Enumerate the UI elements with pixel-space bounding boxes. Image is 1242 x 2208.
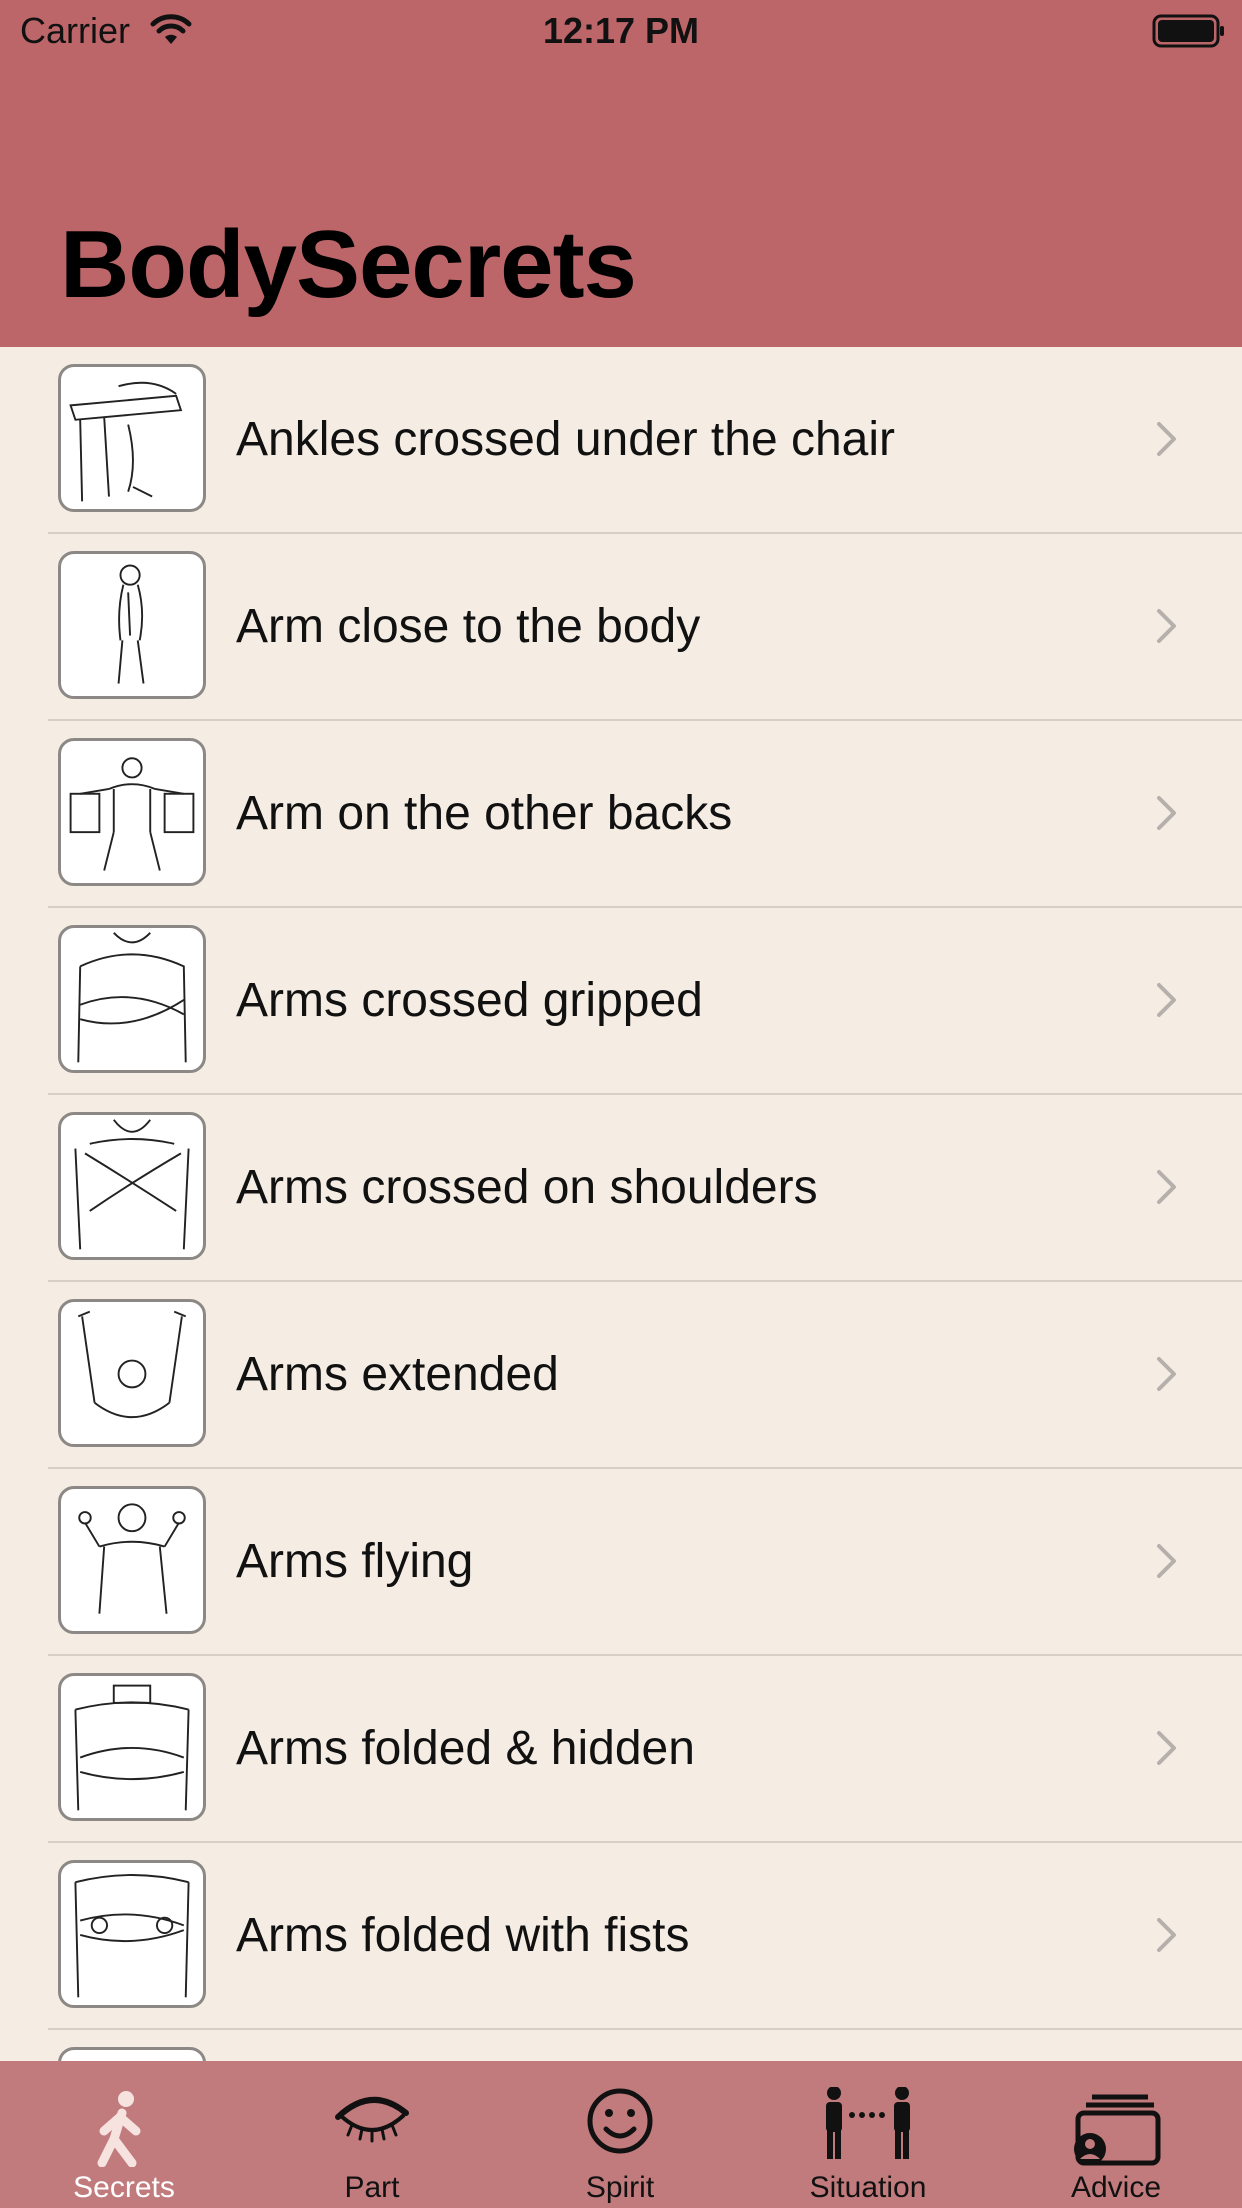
- contact-cards-icon: [992, 2087, 1240, 2167]
- arm-close-body-sketch-icon: [58, 551, 206, 699]
- arms-folded-hidden-sketch-icon: [58, 1673, 206, 1821]
- partial-sketch-icon: [58, 2047, 206, 2061]
- page-title: BodySecrets: [60, 211, 637, 318]
- eye-icon: [248, 2087, 496, 2167]
- list-item-label: Arms crossed gripped: [236, 974, 703, 1027]
- chevron-right-icon: [1156, 421, 1178, 462]
- smiley-icon: [496, 2087, 744, 2167]
- chevron-right-icon: [1156, 1730, 1178, 1771]
- tab-label: Secrets: [73, 2171, 175, 2204]
- battery-icon: [1152, 14, 1226, 53]
- list-item[interactable]: Arms crossed on shoulders: [48, 1095, 1242, 1282]
- list-item-label: Arms extended: [236, 1348, 559, 1401]
- list-item[interactable]: Arm close to the body: [48, 534, 1242, 721]
- list-item[interactable]: Arms crossed gripped: [48, 908, 1242, 1095]
- list-item[interactable]: Ankles crossed under the chair: [48, 347, 1242, 534]
- tab-bar: Secrets Part Spirit Situation Advice: [0, 2061, 1242, 2208]
- list-item[interactable]: Arms extended: [48, 1282, 1242, 1469]
- nav-header: Carrier 12:17 PM BodySecrets: [0, 0, 1242, 347]
- tab-label: Situation: [809, 2171, 927, 2204]
- arms-extended-sketch-icon: [58, 1299, 206, 1447]
- list-item[interactable]: Arms folded with fists: [48, 1843, 1242, 2030]
- two-people-icon: [744, 2086, 992, 2167]
- list-item[interactable]: Arms flying: [48, 1469, 1242, 1656]
- tab-label: Part: [344, 2171, 400, 2204]
- arms-flying-sketch-icon: [58, 1486, 206, 1634]
- status-bar: Carrier 12:17 PM: [0, 0, 1242, 62]
- walking-person-icon: [0, 2087, 248, 2168]
- ankles-crossed-sketch-icon: [58, 364, 206, 512]
- tab-secrets[interactable]: Secrets: [0, 2061, 248, 2208]
- list-item-label: Ankles crossed under the chair: [236, 413, 896, 466]
- chevron-right-icon: [1156, 608, 1178, 649]
- chevron-right-icon: [1156, 1169, 1178, 1210]
- list-item[interactable]: Arm on the other backs: [48, 721, 1242, 908]
- status-time: 12:17 PM: [542, 10, 700, 51]
- tab-situation[interactable]: Situation: [744, 2061, 992, 2208]
- list-item[interactable]: Arms folded & hidden: [48, 1656, 1242, 1843]
- list-item-label: Arm close to the body: [236, 600, 701, 653]
- list-item-label: Arm on the other backs: [236, 787, 733, 840]
- arms-folded-fists-sketch-icon: [58, 1860, 206, 2008]
- arms-crossed-gripped-sketch-icon: [58, 925, 206, 1073]
- list-item-label: Arms flying: [236, 1535, 474, 1588]
- chevron-right-icon: [1156, 795, 1178, 836]
- arm-on-backs-sketch-icon: [58, 738, 206, 886]
- chevron-right-icon: [1156, 1543, 1178, 1584]
- list-item[interactable]: [48, 2030, 1242, 2061]
- tab-label: Advice: [1070, 2171, 1162, 2204]
- tab-advice[interactable]: Advice: [992, 2061, 1240, 2208]
- chevron-right-icon: [1156, 982, 1178, 1023]
- secrets-list: Ankles crossed under the chair Arm close…: [0, 347, 1242, 2061]
- list-item-label: Arms folded & hidden: [236, 1722, 695, 1775]
- arms-crossed-shoulders-sketch-icon: [58, 1112, 206, 1260]
- list-item-label: Arms folded with fists: [236, 1909, 690, 1962]
- chevron-right-icon: [1156, 1917, 1178, 1958]
- tab-spirit[interactable]: Spirit: [496, 2061, 744, 2208]
- list-item-label: Arms crossed on shoulders: [236, 1161, 818, 1214]
- tab-part[interactable]: Part: [248, 2061, 496, 2208]
- tab-label: Spirit: [585, 2171, 655, 2204]
- chevron-right-icon: [1156, 1356, 1178, 1397]
